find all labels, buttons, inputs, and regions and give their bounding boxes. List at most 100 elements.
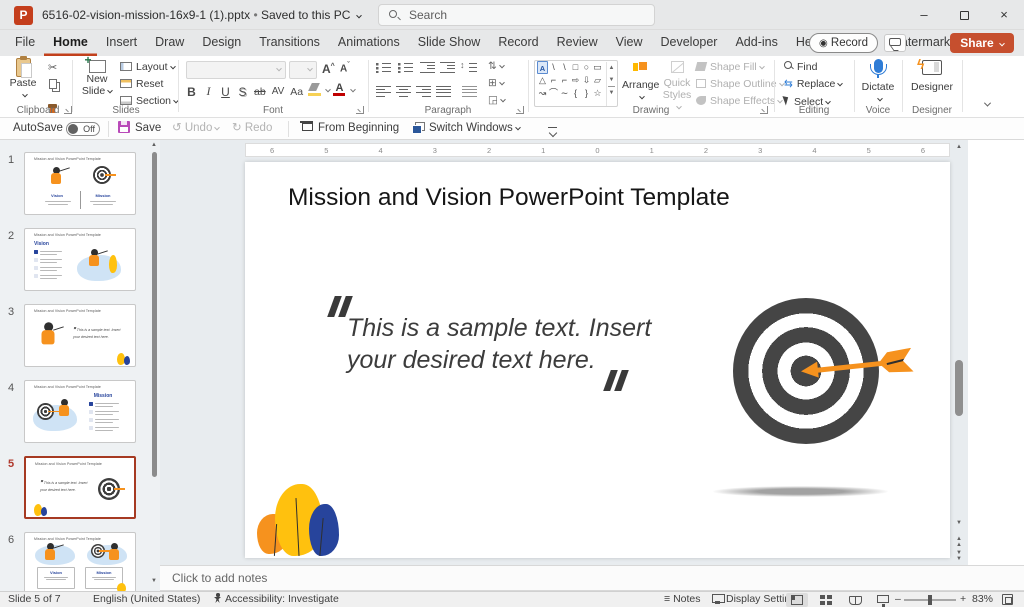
language-indicator[interactable]: English (United States) bbox=[93, 592, 200, 607]
line-spacing-button[interactable] bbox=[462, 62, 477, 73]
rtab-item[interactable]: Design bbox=[193, 30, 250, 56]
fbtn-item[interactable]: U bbox=[220, 85, 231, 99]
fit-to-window-button[interactable] bbox=[1002, 594, 1013, 605]
zoom-slider[interactable] bbox=[904, 599, 956, 601]
text-direction-button[interactable]: ⇅ bbox=[488, 60, 504, 72]
gcell-item[interactable]: A bbox=[537, 61, 548, 74]
gcell-item[interactable]: ⇩ bbox=[581, 74, 592, 87]
gallery-more-icon[interactable]: ▼ bbox=[608, 86, 615, 98]
copy-button[interactable] bbox=[49, 78, 57, 92]
rtab-item[interactable]: Insert bbox=[97, 30, 146, 56]
rtab-item[interactable]: File bbox=[6, 30, 44, 56]
fbtn-item[interactable]: I bbox=[203, 84, 214, 99]
notes-pane[interactable]: Click to add notes bbox=[160, 565, 1024, 591]
dictate-button[interactable]: Dictate bbox=[858, 59, 898, 105]
gcell-item[interactable]: ↝ bbox=[537, 87, 548, 100]
fbtn-item[interactable]: ab bbox=[254, 86, 266, 98]
rtab-item[interactable]: View bbox=[607, 30, 652, 56]
save-button[interactable]: Save bbox=[118, 118, 161, 140]
gcell-item[interactable]: { bbox=[570, 87, 581, 100]
layout-button[interactable]: Layout bbox=[120, 61, 175, 73]
zoom-slider-thumb[interactable] bbox=[928, 595, 932, 605]
gcell-item[interactable]: ∼ bbox=[559, 87, 570, 100]
rtab-item[interactable]: Transitions bbox=[250, 30, 329, 56]
justify-button[interactable] bbox=[436, 86, 451, 97]
search-input[interactable]: Search bbox=[378, 4, 655, 26]
gcell-item[interactable]: ⌒ bbox=[548, 87, 559, 100]
font-name-select[interactable] bbox=[186, 61, 286, 79]
accessibility-status[interactable]: Accessibility: Investigate bbox=[213, 592, 339, 607]
share-button[interactable]: Share bbox=[950, 33, 1014, 53]
scroll-up-icon[interactable]: ▲ bbox=[956, 144, 962, 150]
reading-view-button[interactable] bbox=[844, 593, 866, 607]
cut-button[interactable]: ✂ bbox=[48, 61, 57, 74]
record-button[interactable]: ◉ Record bbox=[809, 33, 878, 53]
slide-thumbnail-5-selected[interactable]: Mission and Vision PowerPoint Template ❞… bbox=[24, 456, 136, 519]
zoom-in-button[interactable]: + bbox=[960, 592, 966, 607]
gallery-up-icon[interactable]: ▲ bbox=[607, 62, 616, 74]
notes-toggle[interactable]: ≡ Notes bbox=[664, 592, 701, 607]
align-center-button[interactable] bbox=[396, 86, 411, 97]
rtab-item[interactable]: Slide Show bbox=[409, 30, 490, 56]
canvas-scrollbar-thumb[interactable] bbox=[955, 360, 963, 416]
shapes-gallery[interactable]: A\\□○▭ △⌐⌐⇨⇩▱ ↝⌒∼{}☆ ▲ ▼ ▼ bbox=[534, 60, 618, 107]
find-button[interactable]: Find bbox=[784, 61, 817, 73]
gcell-item[interactable]: ○ bbox=[581, 61, 592, 74]
grow-font-button[interactable]: A^ bbox=[322, 62, 335, 76]
replace-button[interactable]: ⇆Replace bbox=[784, 78, 842, 90]
gcell-item[interactable]: ⌐ bbox=[548, 74, 559, 87]
slide-sorter-view-button[interactable] bbox=[815, 593, 837, 607]
chevron-down-icon[interactable] bbox=[325, 87, 331, 93]
rtab-item[interactable]: Draw bbox=[146, 30, 193, 56]
autosave-toggle[interactable]: Off bbox=[66, 122, 100, 136]
new-slide-button[interactable]: New Slide bbox=[78, 60, 116, 97]
shape-fill-button[interactable]: Shape Fill bbox=[696, 61, 764, 73]
fbtn-item[interactable]: AV bbox=[272, 86, 285, 97]
shape-outline-button[interactable]: Shape Outline bbox=[696, 78, 784, 90]
minimize-button[interactable]: – bbox=[904, 0, 944, 30]
panel-scrollbar[interactable]: ▲ ▼ bbox=[151, 142, 158, 589]
gallery-down-icon[interactable]: ▼ bbox=[607, 74, 616, 86]
zoom-out-button[interactable]: – bbox=[895, 592, 901, 607]
slide-thumbnail-3[interactable]: Mission and Vision PowerPoint Template ❞… bbox=[24, 304, 136, 367]
clipboard-dialog-launcher[interactable] bbox=[64, 106, 72, 114]
drawing-dialog-launcher[interactable] bbox=[760, 106, 768, 114]
fbtn-item[interactable]: B bbox=[186, 85, 197, 99]
scroll-up-icon[interactable]: ▲ bbox=[151, 142, 157, 148]
rtab-item[interactable]: Animations bbox=[329, 30, 409, 56]
zoom-level[interactable]: 83% bbox=[972, 592, 993, 607]
scroll-down-icon[interactable]: ▼ bbox=[151, 578, 157, 584]
align-left-button[interactable] bbox=[376, 86, 391, 97]
rtab-item[interactable]: Review bbox=[548, 30, 607, 56]
slide-title[interactable]: Mission and Vision PowerPoint Template bbox=[288, 184, 730, 212]
gcell-item[interactable]: ▱ bbox=[592, 74, 603, 87]
gcell-item[interactable]: ▭ bbox=[592, 61, 603, 74]
font-size-select[interactable] bbox=[289, 61, 317, 79]
maximize-button[interactable] bbox=[944, 0, 984, 30]
slide-thumbnail-6[interactable]: Mission and Vision PowerPoint Template V… bbox=[24, 532, 136, 591]
gcell-item[interactable]: } bbox=[581, 87, 592, 100]
normal-view-button[interactable] bbox=[786, 593, 808, 607]
collapse-ribbon-icon[interactable] bbox=[984, 100, 991, 107]
highlight-color-button[interactable] bbox=[308, 83, 322, 96]
shapes-gallery-scroll[interactable]: ▲ ▼ ▼ bbox=[606, 62, 616, 106]
from-beginning-button[interactable]: From Beginning bbox=[300, 118, 399, 140]
document-title[interactable]: 6516-02-vision-mission-16x9-1 (1).pptx •… bbox=[42, 8, 361, 22]
slide-thumbnail-1[interactable]: Mission and Vision PowerPoint Template V… bbox=[24, 152, 136, 215]
bullets-button[interactable] bbox=[376, 62, 391, 73]
gcell-item[interactable]: △ bbox=[537, 74, 548, 87]
fbtn-item[interactable]: S bbox=[237, 85, 248, 99]
gcell-item[interactable]: ⌐ bbox=[559, 74, 570, 87]
undo-button[interactable]: ↺ Undo bbox=[172, 118, 219, 140]
arrange-button[interactable]: Arrange bbox=[622, 61, 658, 103]
next-slide-button[interactable]: ▼▼ bbox=[956, 550, 962, 562]
gcell-item[interactable]: ⇨ bbox=[570, 74, 581, 87]
reset-button[interactable]: Reset bbox=[120, 78, 163, 90]
decrease-indent-button[interactable] bbox=[420, 62, 435, 73]
slideshow-view-button[interactable] bbox=[872, 593, 894, 607]
rtab-item[interactable]: Add-ins bbox=[726, 30, 786, 56]
align-right-button[interactable] bbox=[416, 86, 431, 97]
slide-thumbnail-4[interactable]: Mission and Vision PowerPoint Template M… bbox=[24, 380, 136, 443]
slide-quote-text[interactable]: This is a sample text. Insert your desir… bbox=[347, 312, 677, 376]
rtab-item[interactable]: Record bbox=[489, 30, 547, 56]
